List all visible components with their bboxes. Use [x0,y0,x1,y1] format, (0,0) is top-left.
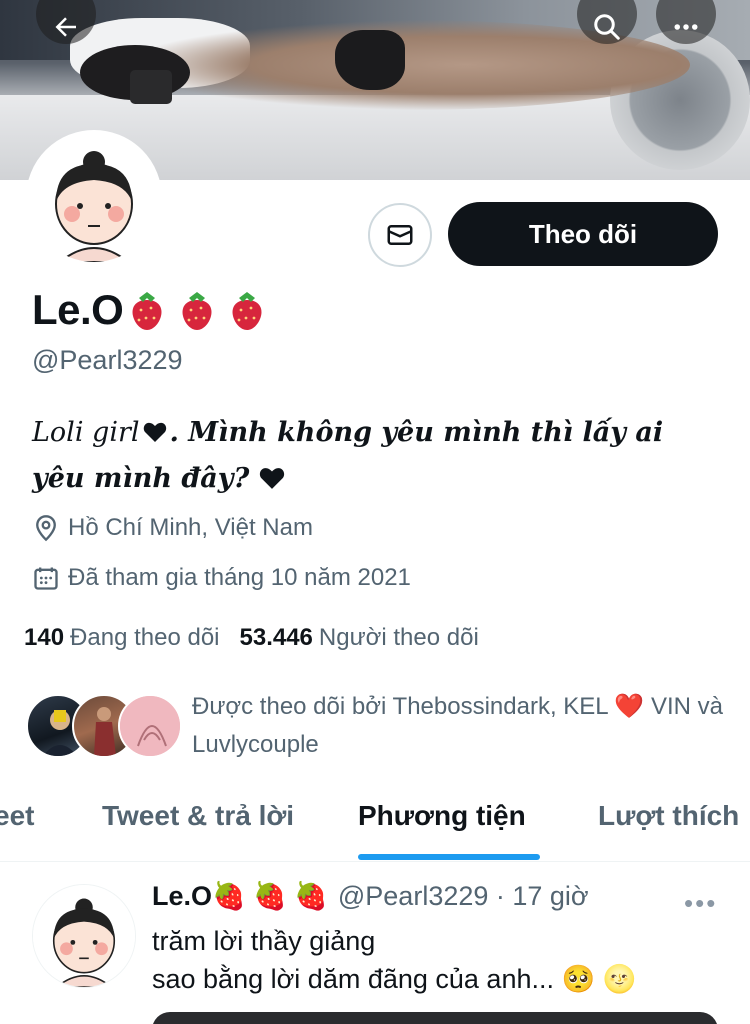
tab-tweets-replies[interactable]: Tweet & trả lời [102,800,294,832]
banner-phone [130,70,172,104]
bio-text-part1: Loli girl [32,417,140,448]
name-emojis [127,288,267,332]
followers-link[interactable]: 53.446 Người theo dõi [240,624,479,652]
tweet-media[interactable] [152,1012,718,1024]
tweet-avatar[interactable] [32,884,136,988]
profile-tabs: eet Tweet & trả lời Phương tiện Lượt thí… [0,792,750,862]
banner-shorts [335,30,405,90]
tweet-header: Le.O🍓 🍓 🍓 @Pearl3229 · 17 giờ [152,880,589,912]
arrow-left-icon [55,17,76,37]
strawberry-icon [132,292,162,330]
heart-icon [143,422,166,442]
avatar-cartoon-icon [30,134,158,262]
joined-text: Đã tham gia tháng 10 năm 2021 [68,564,411,591]
follower-avatar [118,694,182,758]
strawberry-icon [182,292,212,330]
profile-name: Le.O [32,286,267,334]
tweet-meta: @Pearl3229 · 17 giờ [337,880,589,911]
profile-avatar[interactable] [26,130,162,266]
followers-label: Người theo dõi [318,624,479,651]
more-horizontal-icon [674,24,698,30]
profile-name-text: Le.O [32,286,124,333]
tweet-text: trăm lời thầy giảng sao bằng lời dăm đãn… [152,922,636,998]
avatar-cartoon-icon [33,885,135,987]
mail-icon [387,225,413,245]
calendar-icon [34,567,58,590]
tweet-line: trăm lời thầy giảng [152,926,376,956]
tweet-author-name[interactable]: Le.O🍓 🍓 🍓 [152,880,328,912]
profile-bio: Loli girl. Mình không yêu mình thì lấy a… [32,410,722,502]
followers-count: 53.446 [239,624,313,651]
profile-handle: @Pearl3229 [32,345,183,375]
search-icon [594,14,620,40]
tweet-more-icon[interactable]: ••• [684,888,717,919]
following-link[interactable]: 140 Đang theo dõi [24,624,220,652]
tab-tweets[interactable]: eet [0,800,34,832]
profile-joined: Đã tham gia tháng 10 năm 2021 [32,564,411,592]
message-button[interactable] [368,203,432,267]
location-text: Hồ Chí Minh, Việt Nam [68,514,313,541]
profile-location: Hồ Chí Minh, Việt Nam [32,514,313,542]
location-pin-icon [36,515,56,542]
black-heart-icon [259,468,284,489]
active-tab-indicator [358,854,540,860]
tweet-line: sao bằng lời dăm đãng của anh... 🥺 🌝 [152,964,637,994]
profile-stats: 140 Đang theo dõi 53.446 Người theo dõi [24,624,479,652]
following-count: 140 [24,624,65,651]
tab-media[interactable]: Phương tiện [358,800,526,832]
followed-by-text: Được theo dõi bởi Thebossindark, KEL ❤️ … [192,693,723,758]
follow-button[interactable]: Theo dõi [448,202,718,266]
strawberry-icon [232,292,262,330]
following-label: Đang theo dõi [70,624,220,651]
tab-likes[interactable]: Lượt thích [598,800,739,832]
